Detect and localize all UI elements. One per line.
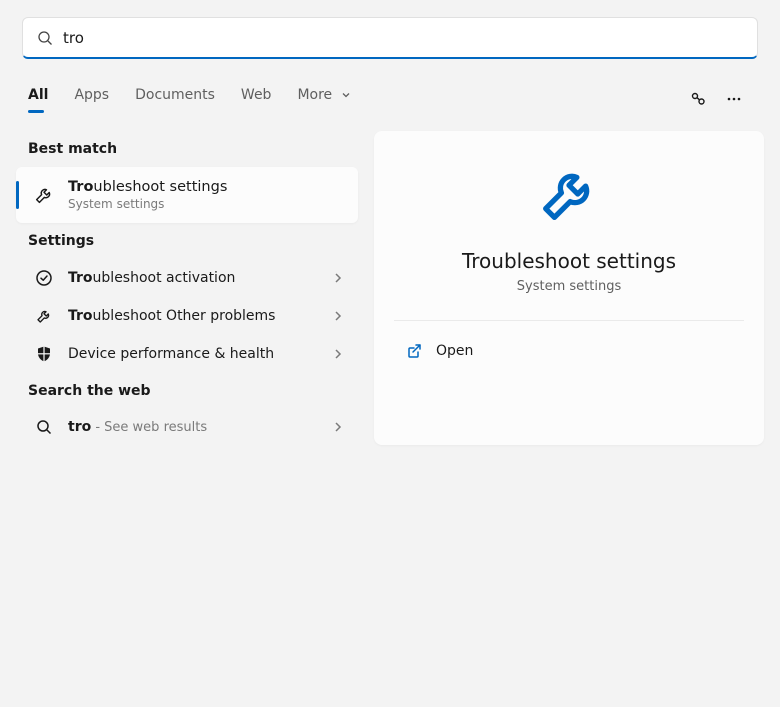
search-options-icon bbox=[689, 90, 707, 108]
web-result[interactable]: tro - See web results bbox=[16, 409, 358, 445]
wrench-icon bbox=[30, 307, 58, 325]
search-input[interactable] bbox=[63, 29, 743, 47]
best-match-subtitle: System settings bbox=[68, 197, 227, 211]
search-box[interactable] bbox=[22, 17, 758, 59]
section-settings: Settings bbox=[16, 223, 358, 259]
chevron-right-icon bbox=[332, 348, 344, 360]
ellipsis-icon bbox=[725, 90, 743, 108]
chevron-down-icon bbox=[341, 90, 351, 100]
section-search-web: Search the web bbox=[16, 373, 358, 409]
tab-web[interactable]: Web bbox=[241, 87, 272, 111]
search-options-button[interactable] bbox=[680, 81, 716, 117]
tab-all[interactable]: All bbox=[28, 87, 48, 111]
wrench-icon bbox=[534, 159, 604, 233]
settings-result-device-health[interactable]: Device performance & health bbox=[16, 335, 358, 373]
tab-documents[interactable]: Documents bbox=[135, 87, 215, 111]
filter-tabs: All Apps Documents Web More bbox=[0, 81, 780, 117]
wrench-icon bbox=[30, 184, 58, 206]
preview-panel: Troubleshoot settings System settings Op… bbox=[374, 131, 764, 445]
settings-result-other-problems[interactable]: Troubleshoot Other problems bbox=[16, 297, 358, 335]
search-icon bbox=[30, 419, 58, 435]
settings-result-activation[interactable]: Troubleshoot activation bbox=[16, 259, 358, 297]
open-action[interactable]: Open bbox=[394, 331, 744, 371]
chevron-right-icon bbox=[332, 272, 344, 284]
preview-subtitle: System settings bbox=[517, 279, 621, 294]
search-icon bbox=[37, 30, 53, 46]
open-action-label: Open bbox=[436, 343, 473, 359]
tab-apps[interactable]: Apps bbox=[74, 87, 109, 111]
best-match-result[interactable]: Troubleshoot settings System settings bbox=[16, 167, 358, 223]
open-external-icon bbox=[402, 343, 426, 359]
more-options-button[interactable] bbox=[716, 81, 752, 117]
shield-icon bbox=[30, 345, 58, 363]
preview-title: Troubleshoot settings bbox=[462, 249, 676, 273]
best-match-title: Troubleshoot settings bbox=[68, 179, 227, 195]
results-list: Best match Troubleshoot settings System … bbox=[16, 131, 358, 445]
chevron-right-icon bbox=[332, 421, 344, 433]
chevron-right-icon bbox=[332, 310, 344, 322]
section-best-match: Best match bbox=[16, 131, 358, 167]
tab-more[interactable]: More bbox=[297, 87, 350, 111]
check-circle-icon bbox=[30, 269, 58, 287]
